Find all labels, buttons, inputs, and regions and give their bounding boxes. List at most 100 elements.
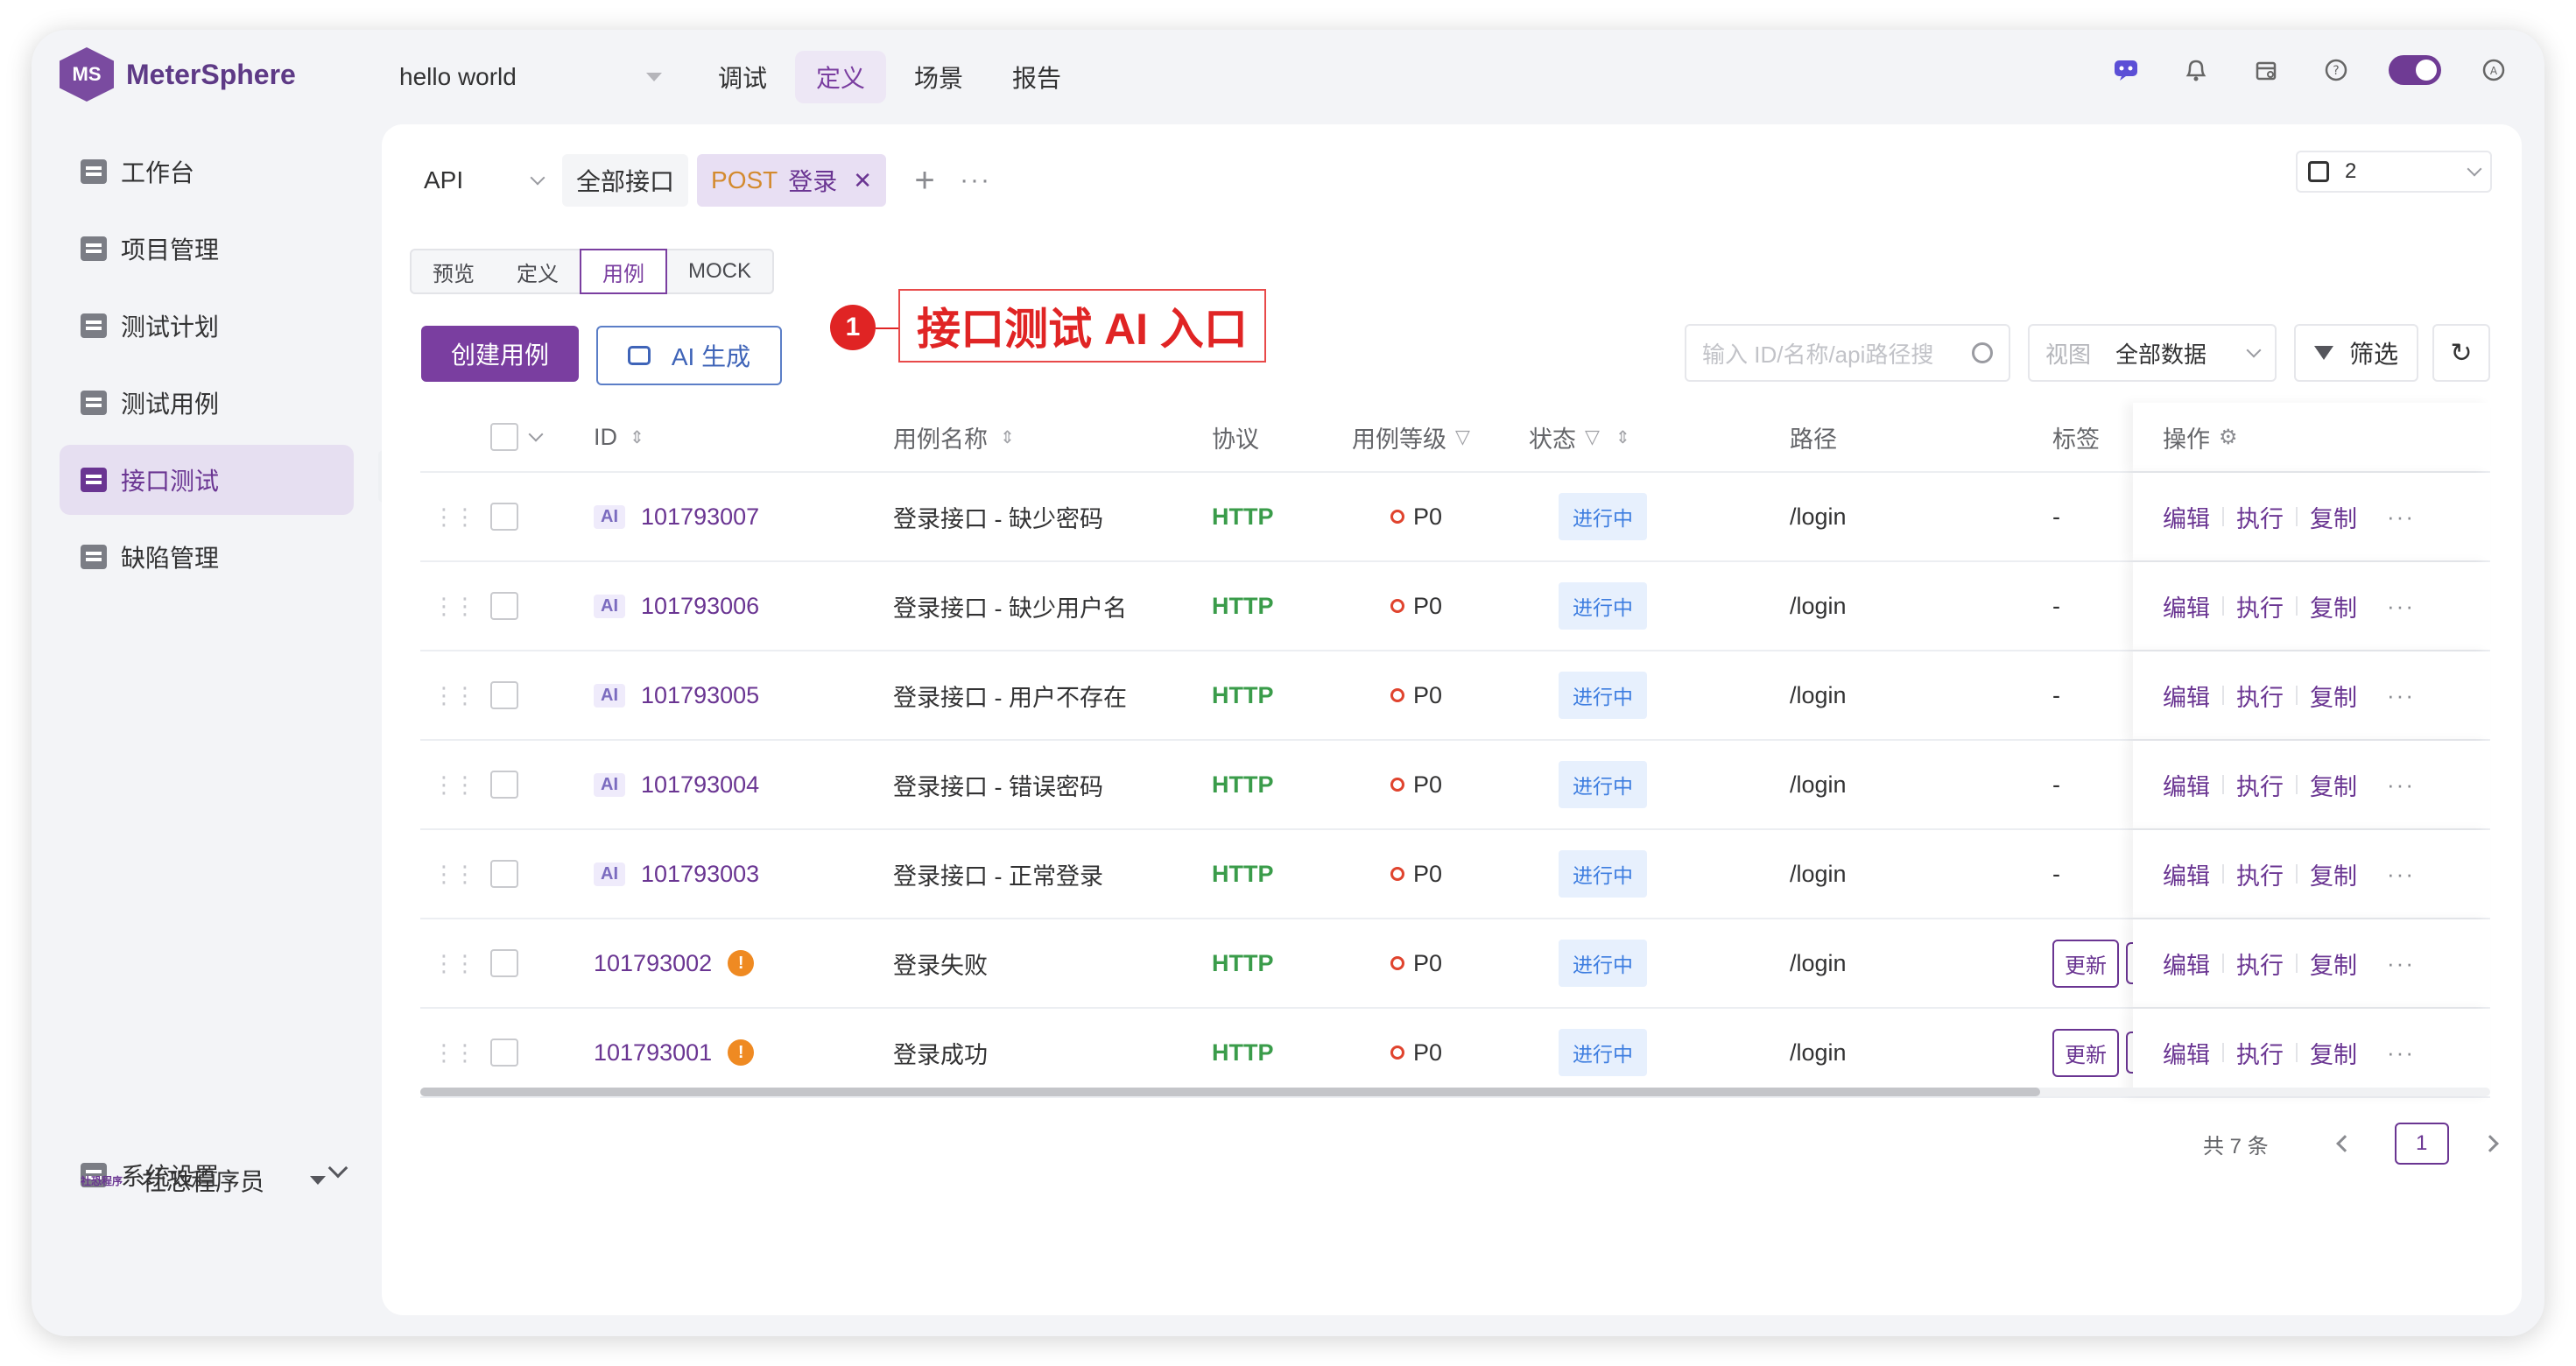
table-row[interactable]: ⋮⋮ AI 101793004 登录接口 - 错误密码 HTTP P0 进行中 /…	[420, 741, 2490, 830]
gear-icon[interactable]: ⚙	[2219, 425, 2238, 450]
view-select[interactable]: 视图 全部数据	[2028, 324, 2277, 382]
update-button[interactable]: 更新	[2052, 1028, 2119, 1077]
edit-link[interactable]: 编辑	[2163, 679, 2210, 713]
more-icon[interactable]: ···	[960, 165, 991, 195]
drag-handle-icon[interactable]: ⋮⋮	[433, 773, 476, 796]
execute-link[interactable]: 执行	[2236, 857, 2284, 891]
ai-generate-button[interactable]: AI 生成	[596, 326, 782, 385]
more-icon[interactable]: ···	[2387, 593, 2415, 620]
select-all-checkbox[interactable]	[490, 423, 518, 451]
status-badge[interactable]: 进行中	[1559, 672, 1647, 719]
edit-link[interactable]: 编辑	[2163, 500, 2210, 534]
subtab-mock[interactable]: MOCK	[667, 250, 772, 292]
status-badge[interactable]: 进行中	[1559, 761, 1647, 808]
sidebar-item-test-plan[interactable]: 测试计划	[60, 291, 354, 361]
drag-handle-icon[interactable]: ⋮⋮	[433, 952, 476, 975]
chevron-down-icon[interactable]	[528, 426, 544, 442]
subtab-definition[interactable]: 定义	[496, 250, 580, 292]
execute-link[interactable]: 执行	[2236, 947, 2284, 981]
edit-link[interactable]: 编辑	[2163, 589, 2210, 623]
sidebar-item-bug[interactable]: 缺陷管理	[60, 522, 354, 592]
top-nav-definition[interactable]: 定义	[795, 51, 887, 103]
row-checkbox[interactable]	[490, 503, 518, 531]
row-checkbox[interactable]	[490, 860, 518, 888]
status-badge[interactable]: 进行中	[1559, 940, 1647, 987]
search-input[interactable]: 输入 ID/名称/api路径搜	[1685, 324, 2010, 382]
drag-handle-icon[interactable]: ⋮⋮	[433, 1041, 476, 1064]
tab-all-apis[interactable]: 全部接口	[562, 154, 689, 207]
edit-link[interactable]: 编辑	[2163, 857, 2210, 891]
sort-icon[interactable]: ⇕	[1000, 426, 1015, 448]
prev-page-icon[interactable]	[2335, 1135, 2354, 1152]
update-button[interactable]: 更新	[2052, 939, 2119, 988]
help-icon[interactable]: ?	[2319, 53, 2354, 88]
page-number[interactable]: 1	[2394, 1123, 2449, 1165]
create-case-button[interactable]: 创建用例	[421, 326, 579, 382]
bell-icon[interactable]	[2178, 53, 2214, 88]
logo[interactable]: MS MeterSphere	[60, 47, 296, 102]
table-row[interactable]: ⋮⋮ AI 101793003 登录接口 - 正常登录 HTTP P0 进行中 /…	[420, 830, 2490, 919]
top-nav-report[interactable]: 报告	[991, 51, 1082, 103]
table-row[interactable]: ⋮⋮ AI 101793006 登录接口 - 缺少用户名 HTTP P0 进行中 …	[420, 562, 2490, 651]
case-id-link[interactable]: 101793005	[641, 682, 759, 709]
table-row[interactable]: ⋮⋮ 101793002! 登录失败 HTTP P0 进行中 /login 更新…	[420, 919, 2490, 1009]
more-icon[interactable]: ···	[2387, 861, 2415, 888]
copy-link[interactable]: 复制	[2310, 947, 2357, 981]
status-badge[interactable]: 进行中	[1559, 582, 1647, 630]
status-badge[interactable]: 进行中	[1559, 493, 1647, 540]
theme-toggle[interactable]	[2389, 55, 2441, 85]
add-tab-icon[interactable]: +	[907, 161, 942, 201]
case-id-link[interactable]: 101793001	[594, 1039, 712, 1067]
copy-link[interactable]: 复制	[2310, 500, 2357, 534]
case-id-link[interactable]: 101793007	[641, 503, 759, 531]
tab-post-login[interactable]: POST 登录 ✕	[697, 154, 887, 207]
sort-icon[interactable]: ⇕	[630, 426, 644, 448]
filter-button[interactable]: 筛选	[2294, 324, 2418, 382]
ai-assistant-icon[interactable]	[2108, 53, 2143, 88]
filter-icon[interactable]: ▽	[1585, 426, 1600, 448]
subtab-cases[interactable]: 用例	[580, 249, 667, 294]
copy-link[interactable]: 复制	[2310, 857, 2357, 891]
calendar-icon[interactable]	[2249, 53, 2284, 88]
drag-handle-icon[interactable]: ⋮⋮	[433, 505, 476, 528]
avatar-icon[interactable]: A	[2476, 53, 2511, 88]
execute-link[interactable]: 执行	[2236, 500, 2284, 534]
case-id-link[interactable]: 101793004	[641, 771, 759, 799]
case-id-link[interactable]: 101793003	[641, 861, 759, 888]
more-icon[interactable]: ···	[2387, 503, 2415, 531]
row-checkbox[interactable]	[490, 771, 518, 799]
execute-link[interactable]: 执行	[2236, 1036, 2284, 1070]
project-select[interactable]: hello world	[399, 56, 662, 98]
status-badge[interactable]: 进行中	[1559, 1029, 1647, 1076]
protocol-select[interactable]: API	[413, 154, 553, 207]
drag-handle-icon[interactable]: ⋮⋮	[433, 863, 476, 885]
top-nav-debug[interactable]: 调试	[697, 51, 788, 103]
edit-link[interactable]: 编辑	[2163, 947, 2210, 981]
edit-link[interactable]: 编辑	[2163, 1036, 2210, 1070]
table-row[interactable]: ⋮⋮ AI 101793007 登录接口 - 缺少密码 HTTP P0 进行中 /…	[420, 473, 2490, 562]
top-nav-scenario[interactable]: 场景	[893, 51, 984, 103]
execute-link[interactable]: 执行	[2236, 589, 2284, 623]
next-page-icon[interactable]	[2481, 1135, 2499, 1152]
copy-link[interactable]: 复制	[2310, 768, 2357, 802]
table-row[interactable]: ⋮⋮ AI 101793005 登录接口 - 用户不存在 HTTP P0 进行中 …	[420, 651, 2490, 741]
environment-select[interactable]: 2	[2296, 151, 2492, 193]
horizontal-scrollbar[interactable]	[420, 1088, 2040, 1096]
more-icon[interactable]: ···	[2387, 682, 2415, 709]
row-checkbox[interactable]	[490, 1039, 518, 1067]
execute-link[interactable]: 执行	[2236, 768, 2284, 802]
subtab-preview[interactable]: 预览	[412, 250, 496, 292]
drag-handle-icon[interactable]: ⋮⋮	[433, 684, 476, 707]
status-badge[interactable]: 进行中	[1559, 850, 1647, 898]
sidebar-item-api-test[interactable]: 接口测试	[60, 445, 354, 515]
close-icon[interactable]: ✕	[853, 167, 872, 194]
drag-handle-icon[interactable]: ⋮⋮	[433, 595, 476, 617]
row-checkbox[interactable]	[490, 592, 518, 620]
execute-link[interactable]: 执行	[2236, 679, 2284, 713]
edit-link[interactable]: 编辑	[2163, 768, 2210, 802]
user-menu[interactable]: 社恐程序 社恐程序员	[81, 1163, 327, 1198]
sort-icon[interactable]: ⇕	[1615, 426, 1630, 448]
sidebar-item-test-case[interactable]: 测试用例	[60, 368, 354, 438]
more-icon[interactable]: ···	[2387, 771, 2415, 799]
row-checkbox[interactable]	[490, 681, 518, 709]
